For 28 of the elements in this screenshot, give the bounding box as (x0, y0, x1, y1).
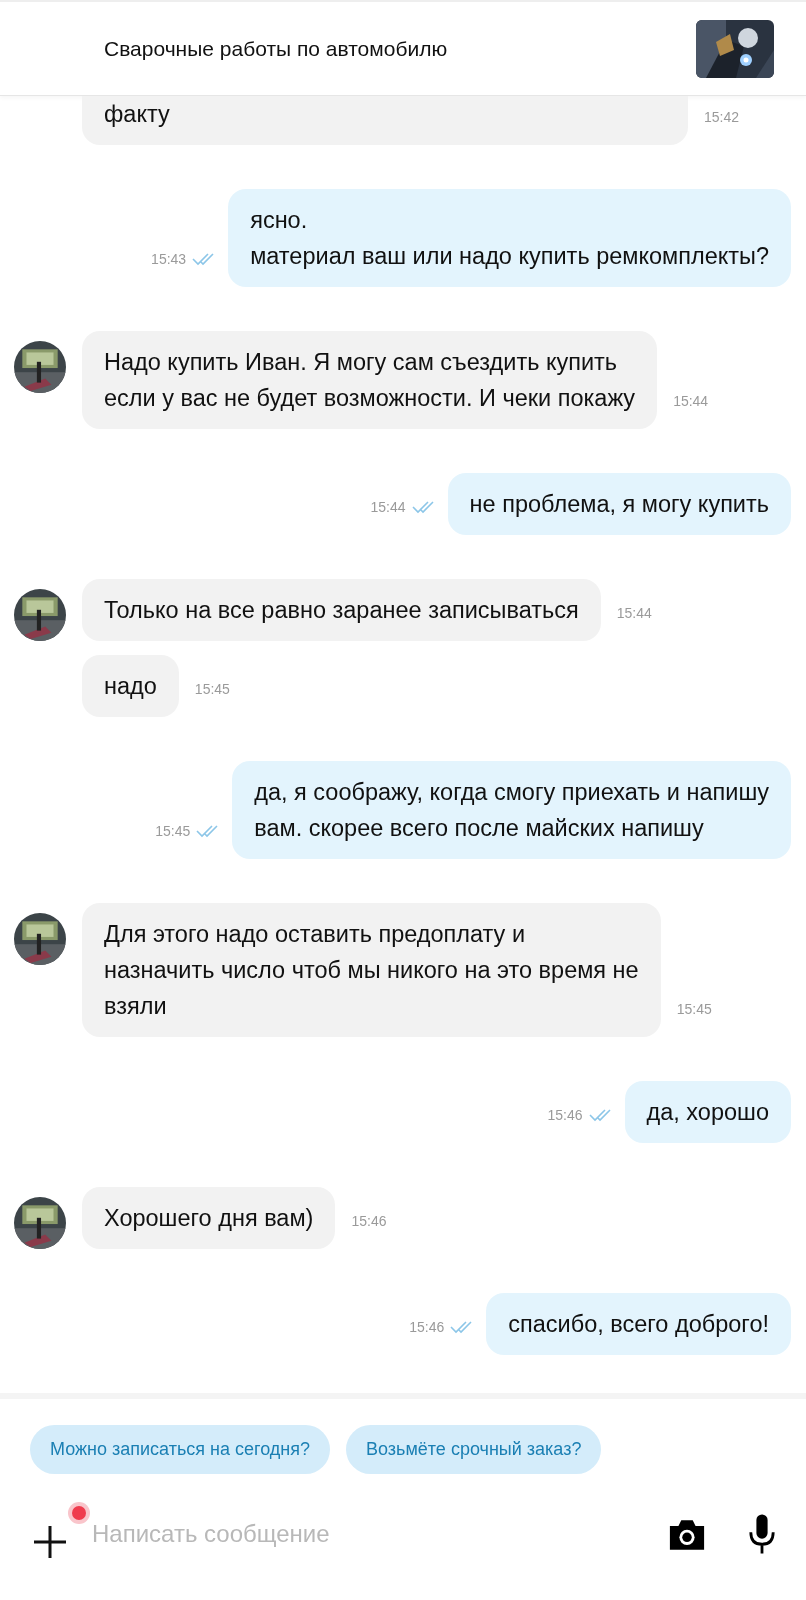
message-time: 15:45 (155, 823, 191, 839)
message-bubble: да, хорошо (624, 1081, 791, 1143)
message-bubble: не проблема, я могу купить (447, 473, 791, 535)
message-bubble: спасибо, всего доброго! (486, 1293, 791, 1355)
message-bubble: ясно. материал ваш или надо купить ремкомплекты? (228, 189, 791, 287)
message-time: 15:44 (616, 605, 652, 623)
message-bubble: Хорошего дня вам) (82, 1187, 336, 1249)
message-bubble: надо (82, 655, 179, 717)
message-bubble: факту (82, 96, 688, 145)
message-time: 15:46 (351, 1213, 387, 1231)
message-time: 15:46 (547, 1107, 583, 1123)
quick-reply-chip[interactable]: Можно записаться на сегодня? (30, 1425, 330, 1474)
message-input[interactable]: Написать сообщение (84, 1519, 654, 1549)
chat-title: Сварочные работы по автомобилю (104, 36, 448, 61)
message-bubble: Только на все равно заранее записываться (82, 579, 601, 641)
message-time: 15:43 (151, 251, 187, 267)
message-time: 15:46 (409, 1319, 445, 1335)
microphone-icon[interactable] (748, 1513, 776, 1555)
quick-reply-chip[interactable]: Возьмёте срочный заказ? (346, 1425, 602, 1474)
message-bubble: Для этого надо оставить предоплату и назначить число чтоб мы никого на это время не взяли (82, 903, 661, 1037)
message-bubble: да, я соображу, когда смогу приехать и напишу вам. скорее всего после майских напишу (232, 761, 791, 859)
message-time: 15:45 (676, 1001, 712, 1019)
message-time: 15:42 (704, 109, 740, 127)
message-time: 15:44 (673, 393, 709, 411)
message-time: 15:45 (194, 681, 230, 699)
message-time: 15:44 (370, 499, 406, 515)
camera-icon[interactable] (668, 1517, 706, 1551)
message-bubble: Надо купить Иван. Я могу сам съездить купить если у вас не будет возможности. И чеки покажу (82, 331, 658, 429)
